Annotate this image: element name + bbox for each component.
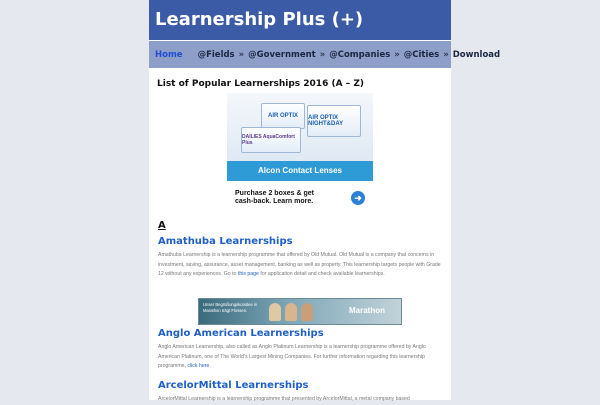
ad-brand-bar[interactable]: Alcon Contact Lenses [227,161,373,181]
click-here-link[interactable]: click here [187,363,209,369]
entry-heading-amathuba[interactable]: Amathuba Learnerships [158,236,293,247]
ad-product-box: AIR OPTIX NIGHT&DAY [307,105,361,137]
arrow-right-icon[interactable]: ➜ [351,191,365,205]
nav-separator: » [443,49,449,60]
site-title[interactable]: Learnership Plus (+) [155,9,363,30]
nav-download[interactable]: Download [453,50,500,60]
banner-ad[interactable]: Unser Begrüßungskomitee in Marathon träg… [198,298,402,325]
nav-separator: » [319,49,326,60]
site-header: Learnership Plus (+) [149,0,451,40]
ad-product-image[interactable]: AIR OPTIX AIR OPTIX NIGHT&DAY DAILIES Aq… [227,93,373,161]
section-letter-a: A [158,220,166,231]
ad-product-box: AIR OPTIX [261,103,305,129]
banner-figure-image [269,303,281,321]
nav-companies[interactable]: @Companies [329,50,390,60]
entry-heading-arcelormittal[interactable]: ArcelorMittal Learnerships [158,380,308,391]
entry-text-anglo-american: Anglo American Learnership, also called … [158,344,426,369]
nav-fields[interactable]: @Fields [198,50,235,60]
advertisement[interactable]: ▷✕ AIR OPTIX AIR OPTIX NIGHT&DAY DAILIES… [227,93,373,211]
entry-heading-anglo-american[interactable]: Anglo American Learnerships [158,328,324,339]
page-container: Learnership Plus (+) Home @Fields » @Gov… [149,0,500,400]
banner-figure-image [301,303,313,321]
nav-separator: » [238,49,245,60]
nav-separator: » [394,49,400,60]
banner-brand: Marathon [349,306,385,315]
main-nav: Home @Fields » @Government » @Companies … [149,41,500,68]
nav-cities[interactable]: @Cities [404,50,439,60]
nav-home[interactable]: Home [155,50,183,60]
entry-text-amathuba: Amathuba Learnership is a learnership pr… [158,252,441,277]
nav-government[interactable]: @Government [248,50,316,60]
ad-offer-text: Purchase 2 boxes & get cash-back. Learn … [235,190,314,205]
ad-offer[interactable]: Purchase 2 boxes & get cash-back. Learn … [227,181,373,211]
this-page-link[interactable]: this page [238,271,259,277]
page-title: List of Popular Learnerships 2016 (A – Z… [157,79,364,89]
ad-product-box: DAILIES AquaComfort Plus [241,127,301,153]
banner-text: Unser Begrüßungskomitee in Marathon träg… [203,302,258,313]
main-content: List of Popular Learnerships 2016 (A – Z… [149,68,451,89]
banner-figure-image [285,303,297,321]
